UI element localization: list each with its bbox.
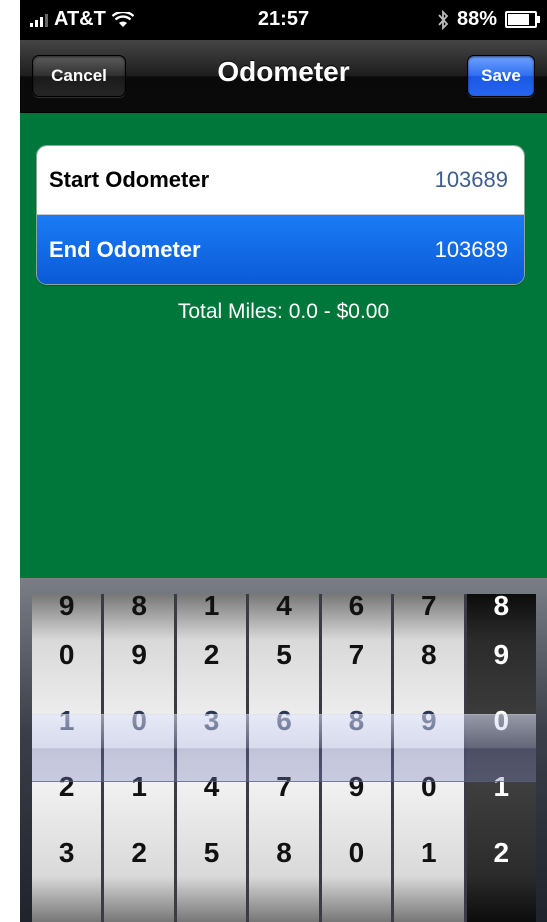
end-odometer-row[interactable]: End Odometer 103689 (37, 215, 524, 284)
wheel-digit: 1 (493, 771, 510, 802)
bluetooth-icon (438, 9, 449, 30)
wheel-digit: 3 (58, 837, 75, 868)
wheel-digit: 2 (493, 837, 510, 868)
wheel-digit: 7 (421, 594, 437, 621)
navigation-bar: Cancel Odometer Save (20, 40, 547, 113)
wheel-digit: 5 (276, 639, 292, 670)
wheel-digit: 1 (203, 594, 220, 621)
wheel-digit: 9 (493, 639, 510, 670)
wheel-digit: 2 (58, 771, 75, 802)
wheel-digit: 4 (203, 771, 220, 802)
odometer-table: Start Odometer 103689 End Odometer 10368… (36, 145, 525, 285)
status-right: 88% (437, 8, 540, 31)
picker-wheel-tenths[interactable]: 8 9 0 1 2 (466, 594, 536, 922)
wheel-digit-selected: 0 (493, 705, 510, 736)
wheel-digit-selected: 1 (58, 705, 75, 736)
wheel-digit: 7 (348, 639, 365, 670)
wheel-digit: 4 (276, 594, 292, 621)
wheel-digit: 5 (203, 837, 220, 868)
odometer-picker: 9 0 1 2 3 8 9 0 1 2 1 2 3 4 5 4 5 6 7 8 … (20, 578, 547, 922)
wheel-digit: 6 (348, 594, 365, 621)
picker-wheel[interactable]: 4 5 6 7 8 (249, 594, 322, 922)
wheel-digit-selected: 6 (276, 705, 292, 736)
wheel-digit: 2 (131, 837, 147, 868)
wheel-digit: 8 (131, 594, 147, 621)
wheel-digit-selected: 8 (348, 705, 365, 736)
picker-wheel[interactable]: 9 0 1 2 3 (32, 594, 105, 922)
wheel-digit: 8 (421, 639, 437, 670)
wheel-digit: 9 (348, 771, 365, 802)
save-button[interactable]: Save (467, 55, 535, 97)
end-odometer-value: 103689 (434, 236, 508, 262)
picker-wheel[interactable]: 8 9 0 1 2 (104, 594, 177, 922)
wheel-digit: 0 (58, 639, 75, 670)
picker-wheels: 9 0 1 2 3 8 9 0 1 2 1 2 3 4 5 4 5 6 7 8 … (32, 594, 536, 922)
start-odometer-label: Start Odometer (49, 167, 210, 192)
wheel-digit: 1 (131, 771, 147, 802)
status-bar: AT&T 21:57 88% (20, 0, 547, 40)
battery-icon (505, 11, 540, 28)
picker-wheel[interactable]: 7 8 9 0 1 (394, 594, 467, 922)
total-miles-text: Total Miles: 0.0 - $0.00 (177, 300, 390, 323)
wheel-digit: 8 (276, 837, 292, 868)
end-odometer-label: End Odometer (49, 236, 201, 262)
start-odometer-row[interactable]: Start Odometer 103689 (37, 146, 524, 215)
start-odometer-value: 103689 (434, 167, 508, 192)
wheel-digit: 0 (421, 771, 437, 802)
wheel-digit: 9 (58, 594, 75, 621)
phone-screen: AT&T 21:57 88% Cancel Odometer Save Star… (20, 0, 547, 922)
battery-fill (508, 14, 530, 25)
wheel-digit-selected: 3 (203, 705, 220, 736)
wheel-digit: 8 (493, 594, 510, 621)
wheel-digit: 9 (131, 639, 147, 670)
wheel-digit: 1 (421, 837, 437, 868)
wheel-digit: 7 (276, 771, 292, 802)
wheel-digit-selected: 0 (131, 705, 147, 736)
wheel-digit: 2 (203, 639, 220, 670)
battery-percent: 88% (456, 8, 497, 30)
wheel-digit: 0 (348, 837, 365, 868)
picker-wheel[interactable]: 6 7 8 9 0 (321, 594, 395, 922)
wheel-digit-selected: 9 (421, 705, 437, 736)
picker-wheel[interactable]: 1 2 3 4 5 (176, 594, 250, 922)
